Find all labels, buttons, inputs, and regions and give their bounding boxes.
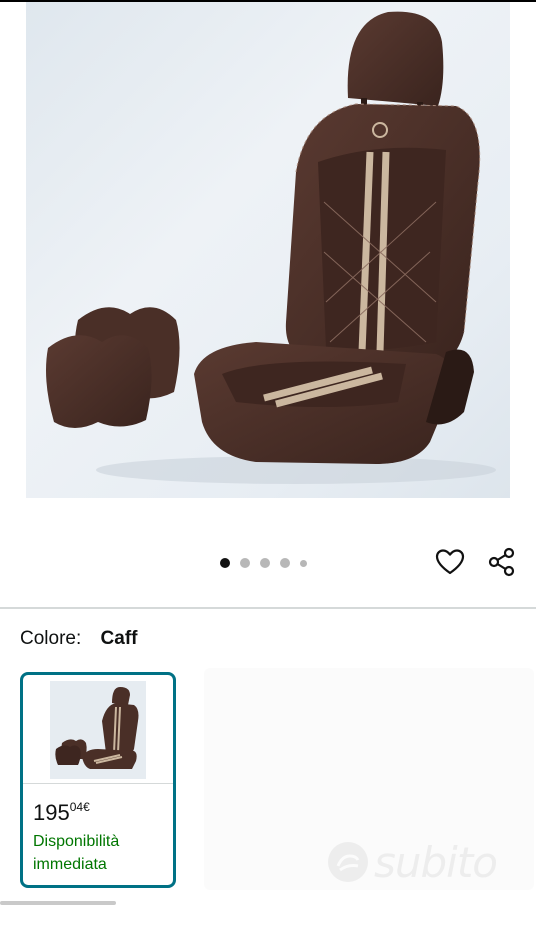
section-divider xyxy=(0,607,536,609)
swatch-thumbnail xyxy=(50,681,146,779)
availability-status: Disponibilità immediata xyxy=(33,833,120,873)
horizontal-scroll-indicator[interactable] xyxy=(0,901,116,905)
watermark-text: subito xyxy=(374,837,498,887)
color-selector-label: Colore: Caff xyxy=(20,628,137,650)
subito-watermark: subito xyxy=(326,837,498,887)
pagination-dot-1[interactable] xyxy=(220,558,230,568)
heart-icon[interactable] xyxy=(434,546,466,578)
image-pagination[interactable] xyxy=(220,557,307,569)
share-icon[interactable] xyxy=(486,546,518,578)
subito-logo-icon xyxy=(328,842,368,882)
car-seat-illustration xyxy=(46,11,496,484)
color-option-swatch[interactable]: 19504€ Disponibilità immediata xyxy=(20,672,176,888)
pagination-dot-3[interactable] xyxy=(260,558,270,568)
option-price: 19504€ xyxy=(33,800,90,826)
pagination-dot-5[interactable] xyxy=(300,559,307,567)
pagination-dot-2[interactable] xyxy=(240,558,250,568)
color-selected-value: Caff xyxy=(100,628,138,649)
product-image[interactable] xyxy=(26,2,510,498)
price-whole: 195 xyxy=(33,800,70,825)
color-label: Colore: xyxy=(20,628,82,649)
pagination-dot-4[interactable] xyxy=(280,558,290,568)
swatch-divider xyxy=(23,783,173,784)
price-fraction-currency: 04€ xyxy=(69,800,90,814)
